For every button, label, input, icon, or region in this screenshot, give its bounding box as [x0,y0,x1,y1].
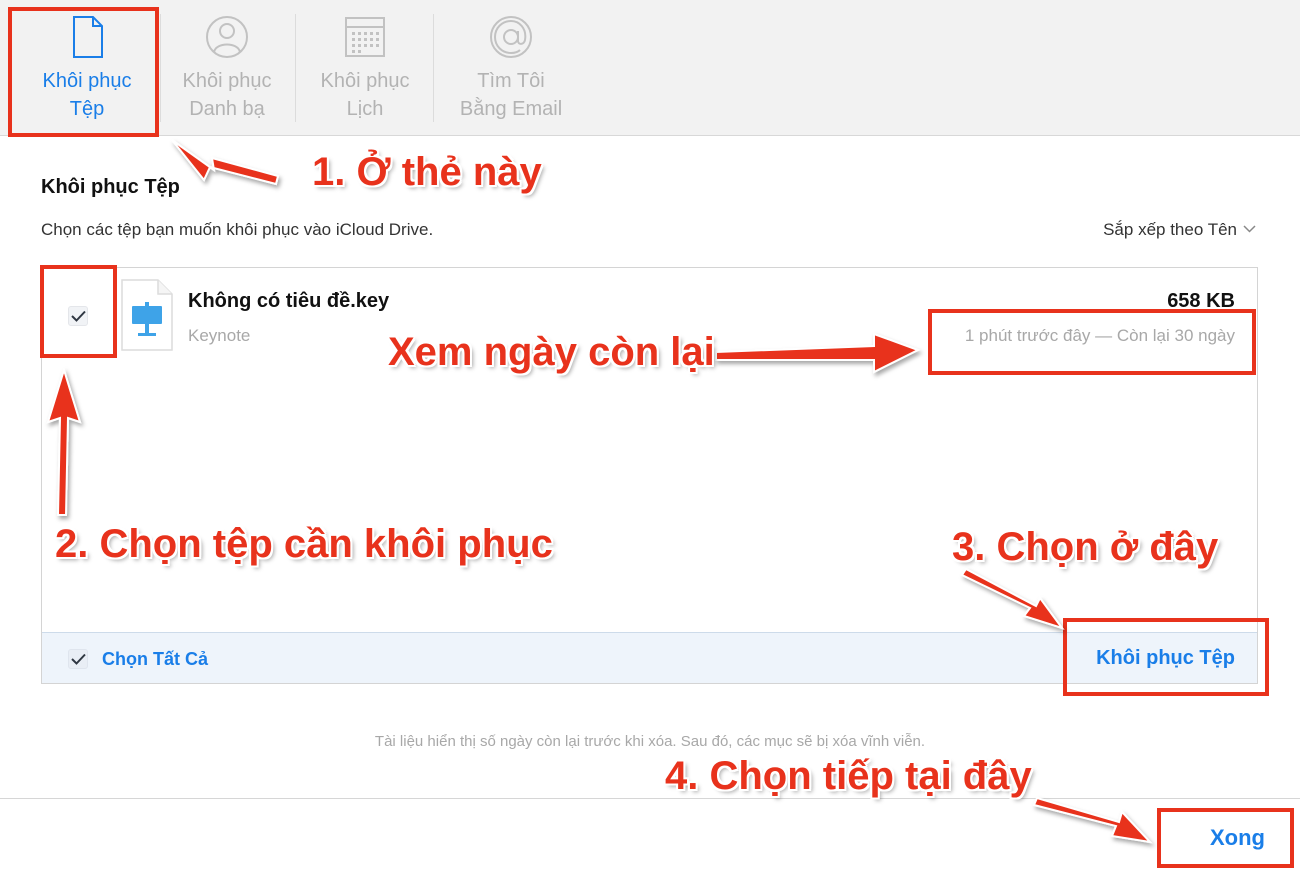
annotation-arrow-step2 [46,366,82,516]
annotation-arrows [46,139,1153,844]
annotation-arrow-step3 [960,567,1065,630]
annotation-step4: 4. Chọn tiếp tại đây [665,754,1032,798]
annotation-arrow-step4 [1032,796,1153,844]
annotation-step2: 2. Chọn tệp cần khôi phục [55,522,553,566]
annotation-arrow-step1 [171,139,280,186]
annotation-step1: 1. Ở thẻ này [312,150,542,194]
annotation-step3: 3. Chọn ở đây [952,525,1219,569]
annotation-arrow-days-left [715,332,921,374]
annotation-days-left: Xem ngày còn lại [388,330,715,374]
